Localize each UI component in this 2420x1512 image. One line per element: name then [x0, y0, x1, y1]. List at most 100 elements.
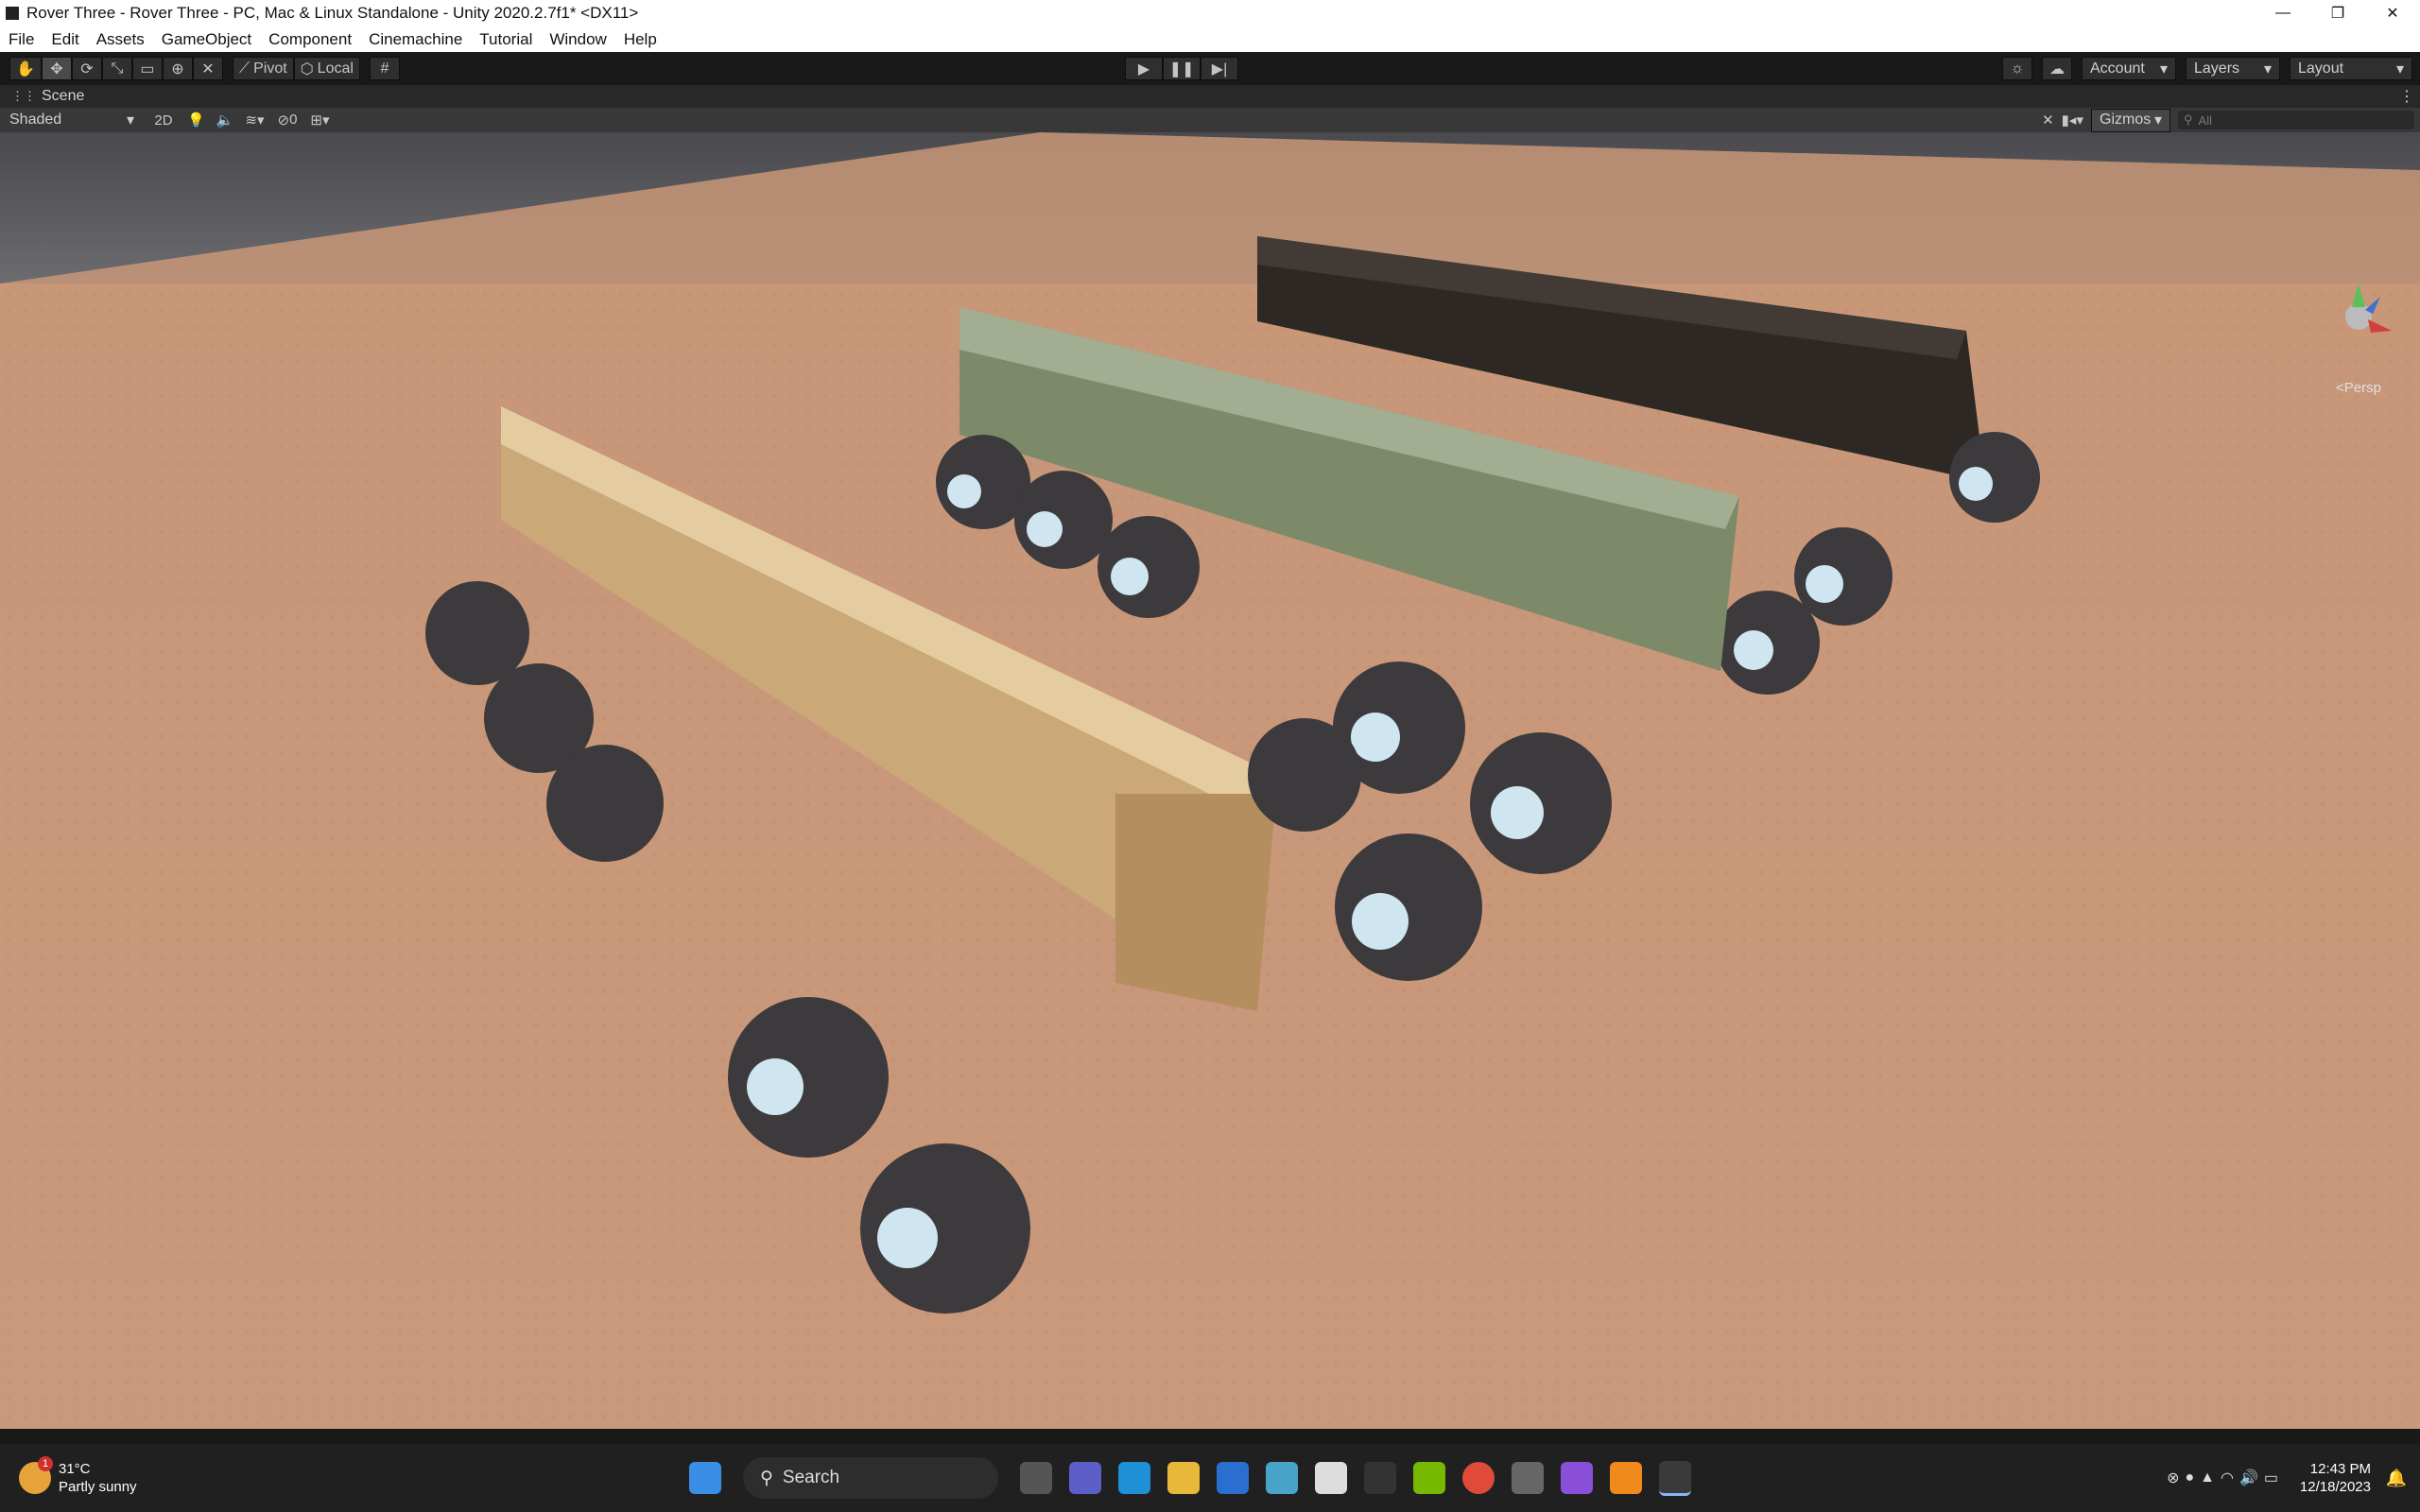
cloud-icon[interactable]: ☁ [2042, 57, 2072, 80]
xbox-icon[interactable]: ⊗ [2167, 1469, 2179, 1487]
chevron-down-icon: ▾ [2395, 60, 2404, 77]
tray-app-icon[interactable]: ● [2185, 1469, 2194, 1486]
hand-tool-icon[interactable]: ✋ [9, 57, 42, 80]
chat-icon[interactable] [1069, 1462, 1101, 1494]
chevron-left-icon: < [2336, 380, 2344, 396]
main-toolbar: ✋ ✥ ⟳ ⤡ ▭ ⊕ ✕ ⟋ Pivot ⬡ Local # ▶ ❚❚ ▶| … [0, 52, 2420, 85]
account-label: Account [2090, 60, 2145, 77]
menu-component[interactable]: Component [260, 30, 360, 49]
hidden-objects-toggle[interactable]: ⊘ 0 [277, 112, 297, 129]
local-button[interactable]: ⬡ Local [293, 57, 360, 80]
play-icon[interactable]: ▶ [1125, 57, 1163, 80]
grid-toggle-icon[interactable]: ⊞▾ [310, 112, 329, 129]
services-icon[interactable]: ☼ [2002, 57, 2032, 80]
scene-tab[interactable]: Scene [42, 88, 84, 105]
clipchamp-icon[interactable] [1561, 1462, 1593, 1494]
scene-control-bar: Shaded ▾ 2D 💡 🔈 ≋▾ ⊘ 0 ⊞▾ ✕ ▮◂▾ Gizmos ▾… [0, 108, 2420, 132]
transform-tools: ✋ ✥ ⟳ ⤡ ▭ ⊕ ✕ [9, 57, 223, 80]
system-tray: ⊗ ● ▲ ◠ 🔊 ▭ [2167, 1469, 2278, 1487]
weather-temp: 31°C [59, 1461, 91, 1477]
nvidia-icon[interactable] [1413, 1462, 1445, 1494]
close-button[interactable]: ✕ [2365, 0, 2420, 26]
gizmos-dropdown[interactable]: Gizmos ▾ [2091, 108, 2170, 132]
right-toolbar: ☼ ☁ Account ▾ Layers ▾ Layout ▾ [2002, 57, 2412, 80]
sublime-text-icon[interactable] [1610, 1462, 1642, 1494]
clock[interactable]: 12:43 PM 12/18/2023 [2300, 1460, 2371, 1496]
snipping-tool-icon[interactable] [1512, 1462, 1544, 1494]
store-icon[interactable] [1217, 1462, 1249, 1494]
account-dropdown[interactable]: Account ▾ [2082, 57, 2176, 80]
scene-viewport[interactable]: <Persp [0, 132, 2420, 1429]
playback-controls: ▶ ❚❚ ▶| [1125, 57, 1238, 80]
menu-edit[interactable]: Edit [43, 30, 87, 49]
menu-cinemachine[interactable]: Cinemachine [360, 30, 471, 49]
camera-icon[interactable]: ▮◂▾ [2062, 112, 2083, 129]
custom-tool-icon[interactable]: ✕ [192, 57, 223, 80]
projection-text: Persp [2343, 380, 2381, 396]
transform-tool-icon[interactable]: ⊕ [162, 57, 193, 80]
chevron-down-icon: ▾ [2153, 112, 2162, 129]
shading-mode-dropdown[interactable]: Shaded ▾ [2, 108, 142, 132]
menu-bar: File Edit Assets GameObject Component Ci… [0, 26, 2420, 52]
step-icon[interactable]: ▶| [1201, 57, 1238, 80]
taskbar-search-label: Search [782, 1468, 840, 1487]
title-bar: Rover Three - Rover Three - PC, Mac & Li… [0, 0, 2420, 26]
hidden-count: 0 [289, 112, 298, 128]
layout-dropdown[interactable]: Layout ▾ [2290, 57, 2412, 80]
tray-app-icon[interactable]: ▲ [2200, 1469, 2215, 1486]
restore-button[interactable]: ❐ [2310, 0, 2365, 26]
shield-app-icon[interactable] [1364, 1462, 1396, 1494]
weather-widget[interactable]: 1 31°C Partly sunny [19, 1456, 137, 1496]
chevron-down-icon: ▾ [2263, 60, 2272, 77]
grid-snap-icon[interactable]: # [369, 57, 400, 80]
alien-app-icon[interactable] [1315, 1462, 1347, 1494]
menu-window[interactable]: Window [541, 30, 614, 49]
weather-desc: Partly sunny [59, 1479, 137, 1495]
effects-toggle-icon[interactable]: ≋▾ [245, 112, 264, 129]
chevron-down-icon: ▾ [2159, 60, 2168, 77]
volume-icon[interactable]: 🔊 [2239, 1469, 2258, 1487]
start-icon[interactable] [689, 1462, 721, 1494]
projection-label[interactable]: <Persp [2316, 380, 2401, 396]
pivot-button[interactable]: ⟋ Pivot [232, 57, 294, 80]
menu-tutorial[interactable]: Tutorial [471, 30, 541, 49]
tab-grip-icon: ⋮⋮ [11, 89, 36, 103]
search-icon: ⚲ [760, 1468, 773, 1488]
unity-app-icon[interactable] [1659, 1460, 1691, 1496]
unity-logo-icon [6, 7, 19, 20]
file-explorer-icon[interactable] [1167, 1462, 1200, 1494]
wifi-icon[interactable]: ◠ [2221, 1469, 2234, 1487]
lighting-toggle-icon[interactable]: 💡 [187, 112, 205, 129]
rect-tool-icon[interactable]: ▭ [131, 57, 163, 80]
move-tool-icon[interactable]: ✥ [41, 57, 72, 80]
globe-app-icon[interactable] [1266, 1462, 1298, 1494]
layers-dropdown[interactable]: Layers ▾ [2186, 57, 2280, 80]
clock-time: 12:43 PM [2309, 1461, 2371, 1477]
scale-tool-icon[interactable]: ⤡ [101, 57, 132, 80]
local-icon: ⬡ [300, 60, 314, 77]
local-label: Local [317, 60, 354, 77]
menu-file[interactable]: File [0, 30, 43, 49]
pivot-icon: ⟋ [238, 60, 251, 77]
orientation-gizmo[interactable]: <Persp [2316, 274, 2401, 396]
axis-gizmo-icon [2345, 284, 2392, 333]
menu-help[interactable]: Help [615, 30, 666, 49]
scene-search-field[interactable]: ⚲ All [2178, 111, 2414, 129]
tools-icon[interactable]: ✕ [2042, 112, 2054, 129]
minimize-button[interactable]: — [2256, 0, 2310, 26]
more-options-icon[interactable]: ⋮ [2399, 87, 2414, 106]
window-title: Rover Three - Rover Three - PC, Mac & Li… [26, 4, 639, 22]
menu-gameobject[interactable]: GameObject [153, 30, 260, 49]
toggle-2d-button[interactable]: 2D [151, 112, 176, 129]
task-view-icon[interactable] [1020, 1462, 1052, 1494]
pause-icon[interactable]: ❚❚ [1163, 57, 1201, 80]
chrome-icon[interactable] [1462, 1462, 1495, 1494]
rotate-tool-icon[interactable]: ⟳ [71, 57, 102, 80]
notification-bell-icon[interactable]: 🔔 [2386, 1469, 2407, 1488]
edge-icon[interactable] [1118, 1462, 1150, 1494]
weather-badge: 1 [38, 1456, 53, 1471]
audio-toggle-icon[interactable]: 🔈 [216, 112, 234, 129]
menu-assets[interactable]: Assets [88, 30, 153, 49]
taskbar-search[interactable]: ⚲ Search [743, 1457, 998, 1499]
battery-icon[interactable]: ▭ [2264, 1469, 2278, 1487]
